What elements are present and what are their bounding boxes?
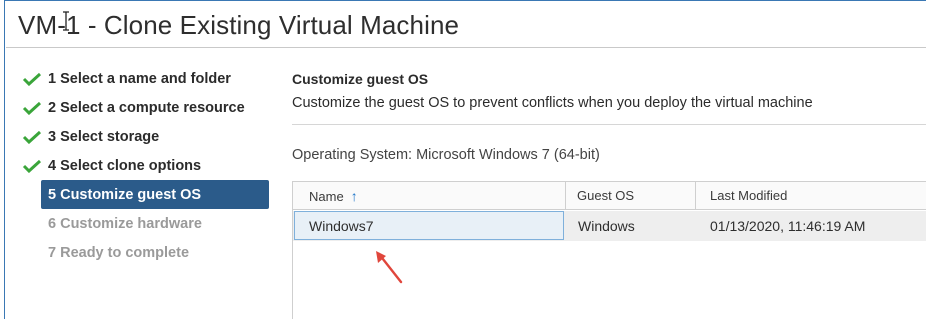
operating-system-label: Operating System: Microsoft Windows 7 (6… [292,147,600,163]
step-label: 1 Select a name and folder [48,70,231,87]
step-customize-hardware: 6 Customize hardware [22,209,272,238]
checkmark-icon [22,130,42,144]
checkmark-icon [22,101,42,115]
table-row[interactable]: Windows7 Windows 01/13/2020, 11:46:19 AM [293,211,926,241]
section-title: Customize guest OS [292,71,429,87]
checkmark-icon [22,159,42,173]
step-select-name-folder[interactable]: 1 Select a name and folder [22,64,272,93]
table-header: Name ↑ Guest OS Last Modified [293,182,926,210]
cell-last-modified: 01/13/2020, 11:46:19 AM [710,218,866,234]
cell-guest-os: Windows [578,218,635,234]
wizard-steps: 1 Select a name and folder 2 Select a co… [22,64,272,267]
step-select-compute-resource[interactable]: 2 Select a compute resource [22,93,272,122]
step-label: 4 Select clone options [48,157,202,174]
section-divider [292,124,926,125]
step-select-clone-options[interactable]: 4 Select clone options [22,151,272,180]
step-label: 7 Ready to complete [48,244,190,261]
step-customize-guest-os[interactable]: 5 Customize guest OS [41,180,269,209]
arrow-up-icon: ↑ [350,188,358,204]
title-bar: VM-1 - Clone Existing Virtual Machine [6,0,926,48]
text-cursor-icon [63,11,69,31]
step-label: 5 Customize guest OS [48,186,202,203]
step-label: 2 Select a compute resource [48,99,245,116]
step-label: 6 Customize hardware [48,215,202,232]
cell-name: Windows7 [309,218,374,234]
column-header-guest-os[interactable]: Guest OS [565,182,695,210]
checkmark-icon [22,72,42,86]
step-label: 3 Select storage [48,128,160,145]
section-description: Customize the guest OS to prevent confli… [292,95,813,111]
column-header-name[interactable]: Name ↑ [309,182,358,210]
wizard-title: VM-1 - Clone Existing Virtual Machine [18,10,460,40]
column-header-last-modified[interactable]: Last Modified [695,182,926,210]
step-ready-to-complete: 7 Ready to complete [22,238,272,267]
annotation-arrow-icon [376,251,403,284]
step-select-storage[interactable]: 3 Select storage [22,122,272,151]
